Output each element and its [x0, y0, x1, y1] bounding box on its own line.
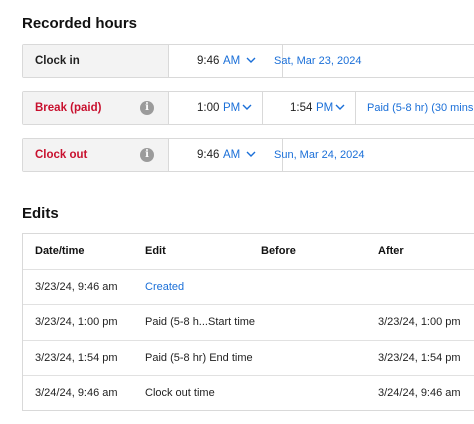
row-after: 3/23/24, 1:54 pm	[378, 352, 461, 364]
table-row: 3/24/24, 9:46 am Clock out time 3/24/24,…	[23, 375, 474, 410]
clock-in-label: Clock in	[23, 45, 169, 77]
row-datetime: 3/23/24, 1:00 pm	[35, 316, 118, 328]
row-after: 3/24/24, 9:46 am	[378, 387, 461, 399]
break-start-time: 1:00	[197, 102, 220, 114]
clock-out-ampm: AM	[223, 149, 241, 161]
row-after: 3/23/24, 1:00 pm	[378, 316, 461, 328]
clock-out-time: 9:46	[197, 149, 220, 161]
clock-out-time-picker[interactable]: 9:46 AM	[169, 139, 283, 171]
column-header-datetime: Date/time	[35, 245, 85, 257]
clock-out-date[interactable]: Sun, Mar 24, 2024	[274, 139, 365, 171]
table-row: 3/23/24, 1:54 pm Paid (5-8 hr) End time …	[23, 340, 474, 376]
clock-in-time: 9:46	[197, 55, 220, 67]
row-datetime: 3/24/24, 9:46 am	[35, 387, 118, 399]
row-datetime: 3/23/24, 9:46 am	[35, 281, 118, 293]
break-row: Break (paid) i 1:00 PM 1:54 PM Paid (5-8…	[22, 91, 474, 125]
clock-in-ampm: AM	[223, 55, 241, 67]
clock-out-label: Clock out i	[23, 139, 169, 171]
row-datetime: 3/23/24, 1:54 pm	[35, 352, 118, 364]
break-start-time-picker[interactable]: 1:00 PM	[169, 92, 263, 124]
break-type-select[interactable]: Paid (5-8 hr) (30 mins pa	[367, 92, 474, 124]
break-label: Break (paid) i	[23, 92, 169, 124]
info-icon[interactable]: i	[140, 148, 154, 162]
break-end-ampm: PM	[316, 102, 334, 114]
break-start-ampm: PM	[223, 102, 241, 114]
table-row: 3/23/24, 1:00 pm Paid (5-8 h...Start tim…	[23, 304, 474, 340]
edits-heading: Edits	[22, 205, 59, 222]
clock-in-time-picker[interactable]: 9:46 AM	[169, 45, 283, 77]
row-edit: Clock out time	[145, 387, 215, 399]
edits-table: Date/time Edit Before After 3/23/24, 9:4…	[22, 233, 474, 411]
clock-in-date[interactable]: Sat, Mar 23, 2024	[274, 45, 361, 77]
table-row: 3/23/24, 9:46 am Created	[23, 269, 474, 305]
column-header-after: After	[378, 245, 404, 257]
clock-out-row: Clock out i 9:46 AM Sun, Mar 24, 2024	[22, 138, 474, 172]
column-header-edit: Edit	[145, 245, 166, 257]
row-edit-link[interactable]: Created	[145, 270, 184, 305]
clock-in-row: Clock in 9:46 AM Sat, Mar 23, 2024	[22, 44, 474, 78]
chevron-down-icon	[246, 151, 256, 157]
break-end-time-picker[interactable]: 1:54 PM	[263, 92, 356, 124]
chevron-down-icon	[246, 57, 256, 63]
break-label-text: Break (paid)	[35, 102, 102, 114]
row-edit: Paid (5-8 h...Start time	[145, 316, 256, 328]
recorded-hours-heading: Recorded hours	[22, 15, 138, 32]
row-edit: Paid (5-8 hr) End time	[145, 352, 253, 364]
info-icon[interactable]: i	[140, 101, 154, 115]
chevron-down-icon	[335, 104, 345, 110]
break-end-time: 1:54	[290, 102, 313, 114]
clock-out-label-text: Clock out	[35, 149, 88, 161]
chevron-down-icon	[242, 104, 252, 110]
column-header-before: Before	[261, 245, 296, 257]
